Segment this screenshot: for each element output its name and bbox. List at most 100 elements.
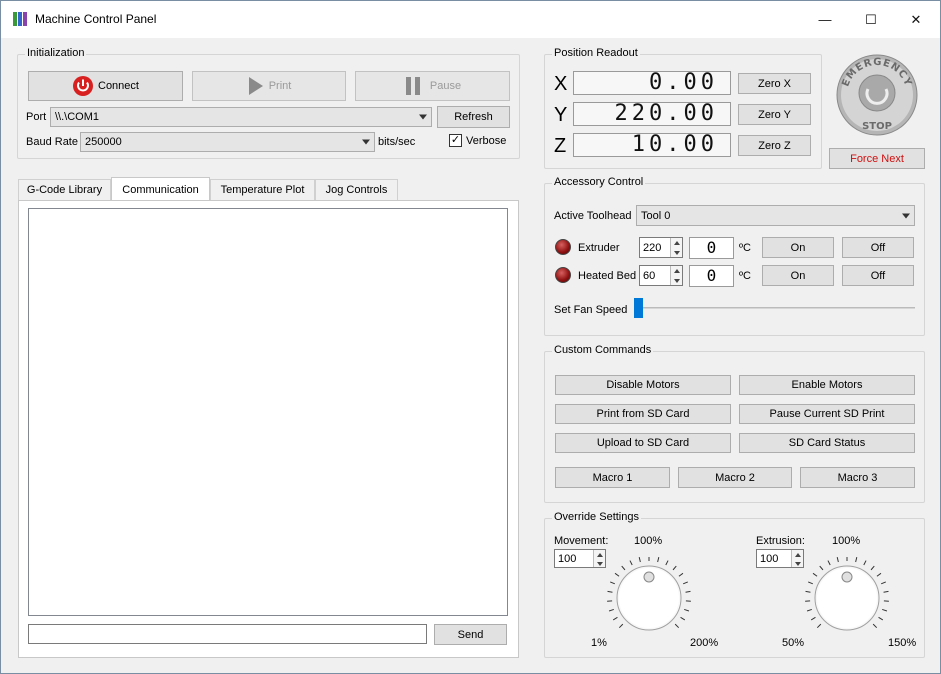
movement-dial[interactable] bbox=[605, 557, 693, 637]
dial-tick bbox=[638, 557, 641, 563]
disable-motors-button[interactable]: Disable Motors bbox=[555, 375, 731, 395]
z-position-display: 10.00 bbox=[573, 133, 731, 157]
pause-sd-print-button[interactable]: Pause Current SD Print bbox=[739, 404, 915, 424]
port-value: \\.\COM1 bbox=[55, 111, 100, 123]
print-from-sd-button[interactable]: Print from SD Card bbox=[555, 404, 731, 424]
heated-bed-setpoint-value: 60 bbox=[643, 269, 656, 282]
spin-down-icon[interactable] bbox=[593, 558, 605, 567]
movement-spinbox[interactable]: 100 bbox=[554, 549, 606, 568]
dial-tick bbox=[672, 565, 677, 571]
chevron-down-icon bbox=[362, 139, 370, 145]
extruder-off-button[interactable]: Off bbox=[842, 237, 914, 258]
connect-button[interactable]: Connect bbox=[28, 71, 183, 101]
extrusion-dial[interactable] bbox=[803, 557, 891, 637]
tab-temperature-plot[interactable]: Temperature Plot bbox=[210, 179, 315, 200]
spin-down-icon[interactable] bbox=[670, 275, 682, 285]
active-toolhead-value: Tool 0 bbox=[641, 209, 671, 222]
command-input[interactable] bbox=[28, 624, 427, 644]
pause-label: Pause bbox=[429, 80, 462, 92]
dial-tick bbox=[685, 590, 691, 593]
spin-up-icon[interactable] bbox=[791, 550, 803, 559]
print-button[interactable]: Print bbox=[192, 71, 346, 101]
extruder-temp-display: 0 bbox=[689, 237, 734, 259]
extruder-unit-label: ºC bbox=[739, 242, 751, 254]
extruder-setpoint-spinbox[interactable]: 220 bbox=[639, 237, 683, 258]
active-toolhead-label: Active Toolhead bbox=[554, 210, 632, 222]
spin-up-icon[interactable] bbox=[670, 266, 682, 276]
extruder-on-button[interactable]: On bbox=[762, 237, 834, 258]
dial-tick bbox=[880, 581, 886, 585]
zero-x-button[interactable]: Zero X bbox=[738, 73, 811, 94]
verbose-checkbox[interactable]: ✓ bbox=[449, 134, 462, 147]
movement-mid-label: 100% bbox=[634, 535, 663, 547]
active-toolhead-select[interactable]: Tool 0 bbox=[636, 205, 915, 226]
fan-speed-slider-thumb[interactable] bbox=[634, 298, 643, 318]
dial-tick bbox=[612, 616, 618, 621]
connect-label: Connect bbox=[98, 80, 139, 92]
close-button[interactable]: ✕ bbox=[893, 1, 939, 38]
pause-button[interactable]: Pause bbox=[355, 71, 510, 101]
dial-tick bbox=[876, 572, 882, 577]
dial-tick bbox=[836, 557, 839, 563]
spin-down-icon[interactable] bbox=[670, 247, 682, 257]
spin-down-icon[interactable] bbox=[791, 558, 803, 567]
port-label: Port bbox=[26, 111, 47, 123]
z-axis-label: Z bbox=[554, 135, 567, 157]
movement-label: Movement: bbox=[554, 535, 609, 547]
y-axis-label: Y bbox=[554, 104, 568, 126]
chevron-down-icon bbox=[902, 213, 910, 218]
extrusion-spinbox[interactable]: 100 bbox=[756, 549, 804, 568]
tab-communication[interactable]: Communication bbox=[111, 177, 210, 201]
port-select[interactable]: \\.\COM1 bbox=[50, 107, 432, 127]
y-position-display: 220.00 bbox=[573, 102, 731, 126]
enable-motors-button[interactable]: Enable Motors bbox=[739, 375, 915, 395]
spin-up-icon[interactable] bbox=[593, 550, 605, 559]
dial-tick bbox=[805, 590, 811, 593]
force-next-button[interactable]: Force Next bbox=[829, 148, 925, 169]
communication-log[interactable] bbox=[28, 208, 508, 616]
macro-3-button[interactable]: Macro 3 bbox=[800, 467, 915, 488]
extrusion-value: 100 bbox=[760, 552, 779, 565]
emergency-stop-button[interactable]: EMERGENCY STOP bbox=[835, 51, 919, 139]
heated-bed-off-button[interactable]: Off bbox=[842, 265, 914, 286]
power-icon bbox=[73, 76, 93, 96]
dial-tick bbox=[665, 560, 669, 566]
heated-bed-on-button[interactable]: On bbox=[762, 265, 834, 286]
baud-rate-value: 250000 bbox=[85, 136, 122, 148]
macro-2-button[interactable]: Macro 2 bbox=[678, 467, 792, 488]
baud-rate-select[interactable]: 250000 bbox=[80, 132, 375, 152]
chevron-down-icon bbox=[419, 114, 427, 120]
play-icon bbox=[248, 77, 263, 95]
macro-1-button[interactable]: Macro 1 bbox=[555, 467, 670, 488]
sd-card-status-button[interactable]: SD Card Status bbox=[739, 433, 915, 453]
spin-up-icon[interactable] bbox=[670, 238, 682, 248]
dial-tick bbox=[610, 581, 616, 585]
movement-max-label: 200% bbox=[690, 637, 719, 649]
dial-tick bbox=[614, 572, 620, 577]
app-icon bbox=[13, 12, 29, 26]
tab-jog-controls[interactable]: Jog Controls bbox=[315, 179, 398, 200]
heated-bed-status-led bbox=[555, 267, 571, 283]
fan-speed-track[interactable] bbox=[634, 307, 915, 309]
dial-tick bbox=[682, 581, 688, 585]
position-readout-title: Position Readout bbox=[552, 47, 640, 59]
dial-tick bbox=[812, 572, 818, 577]
dial-tick bbox=[678, 572, 684, 577]
verbose-label: Verbose bbox=[466, 135, 507, 147]
dial-tick bbox=[883, 590, 889, 593]
zero-z-button[interactable]: Zero Z bbox=[738, 135, 811, 156]
pause-icon bbox=[405, 77, 420, 95]
upload-to-sd-button[interactable]: Upload to SD Card bbox=[555, 433, 731, 453]
tab-gcode-library[interactable]: G-Code Library bbox=[18, 179, 111, 200]
estop-bottom-text: STOP bbox=[862, 121, 892, 132]
maximize-button[interactable]: ☐ bbox=[848, 1, 894, 38]
custom-commands-title: Custom Commands bbox=[552, 344, 654, 356]
heated-bed-setpoint-spinbox[interactable]: 60 bbox=[639, 265, 683, 286]
dial-tick bbox=[872, 623, 878, 629]
extruder-label: Extruder bbox=[578, 242, 620, 254]
dial-tick bbox=[827, 560, 831, 566]
send-button[interactable]: Send bbox=[434, 624, 507, 645]
minimize-button[interactable]: — bbox=[802, 1, 848, 38]
zero-y-button[interactable]: Zero Y bbox=[738, 104, 811, 125]
refresh-button[interactable]: Refresh bbox=[437, 106, 510, 128]
